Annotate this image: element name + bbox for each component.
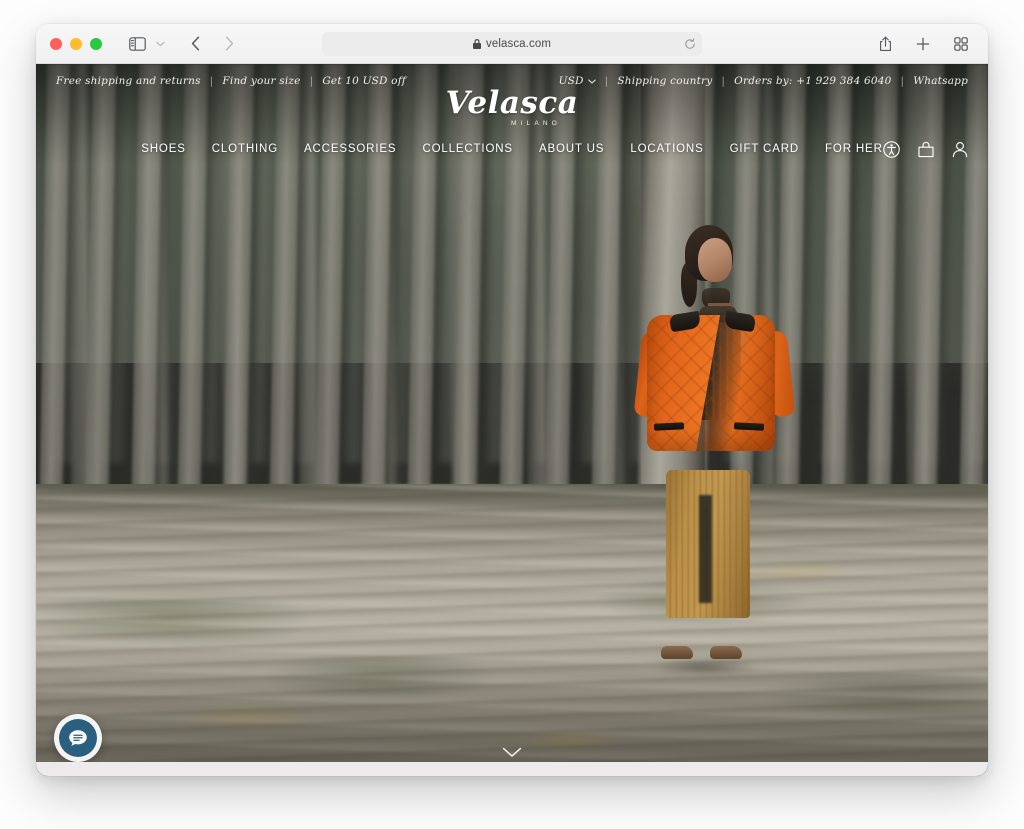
site-header: Free shipping and returns | Find your si… [36,64,988,165]
account-icon[interactable] [952,141,968,158]
maximize-window-button[interactable] [90,37,102,50]
announcement-free-shipping[interactable]: Free shipping and returns [56,75,201,87]
window-controls [50,37,102,50]
announcement-left: Free shipping and returns | Find your si… [56,75,406,87]
plus-icon[interactable] [910,32,936,56]
announcement-right: USD | Shipping country | Orders by: +1 9… [559,75,968,87]
shipping-country-link[interactable]: Shipping country [617,75,712,87]
site-logo[interactable]: Velasca MILANO [36,88,988,129]
lock-icon [472,38,481,49]
reload-icon[interactable] [684,37,696,50]
nav-item-locations[interactable]: LOCATIONS [630,143,703,155]
minimize-window-button[interactable] [70,37,82,50]
model-shoe-left [660,646,693,660]
hero-image [36,64,988,776]
scroll-down-indicator[interactable] [502,747,522,758]
header-actions [883,140,968,158]
hero-model [36,64,988,776]
shopping-bag-icon[interactable] [918,141,934,158]
separator: | [604,75,609,87]
whatsapp-link[interactable]: Whatsapp [913,75,968,87]
nav-item-shoes[interactable]: SHOES [141,143,186,155]
separator: | [721,75,726,87]
desktop-backdrop: velasca.com Free shipping and returns | … [0,0,1024,829]
toolbar-right-actions [872,32,974,56]
model-jacket-pocket-right [733,422,764,431]
browser-window: velasca.com Free shipping and returns | … [36,24,988,776]
sidebar-controls [124,32,168,56]
nav-item-accessories[interactable]: ACCESSORIES [304,143,396,155]
model-jacket-pocket-left [653,422,685,431]
navigation-controls [182,32,242,56]
announcement-find-your-size[interactable]: Find your size [222,75,300,87]
tab-overview-icon[interactable] [948,32,974,56]
model-head [697,238,732,283]
share-icon[interactable] [872,32,898,56]
model-shadow [650,658,761,675]
model-jacket-opening [692,317,743,436]
address-bar[interactable]: velasca.com [322,31,702,56]
url-text: velasca.com [485,37,551,50]
logo-wordmark: Velasca [445,85,579,121]
chevron-down-icon [587,79,596,84]
chat-widget-button[interactable] [54,714,102,762]
nav-item-for-her[interactable]: FOR HER [825,143,883,155]
model-shoe-right [710,646,743,660]
separator: | [309,75,314,87]
page-bottom-strip [36,762,988,776]
accessibility-icon[interactable] [883,140,900,158]
orders-phone-link[interactable]: Orders by: +1 929 384 6040 [734,75,891,87]
close-window-button[interactable] [50,37,62,50]
back-arrow-icon[interactable] [182,32,208,56]
chevron-down-icon[interactable] [152,32,168,56]
browser-toolbar: velasca.com [36,24,988,64]
sidebar-icon[interactable] [124,32,150,56]
chat-bubble-icon [59,719,97,757]
logo-tagline: MILANO [510,120,562,127]
main-navigation: SHOES CLOTHING ACCESSORIES COLLECTIONS A… [36,140,988,158]
nav-item-clothing[interactable]: CLOTHING [212,143,278,155]
nav-item-about-us[interactable]: ABOUT US [539,143,604,155]
announcement-get-10-usd-off[interactable]: Get 10 USD off [322,75,406,87]
forward-arrow-icon[interactable] [216,32,242,56]
page-viewport: Free shipping and returns | Find your si… [36,64,988,776]
separator: | [209,75,214,87]
nav-item-gift-card[interactable]: GIFT CARD [730,143,799,155]
nav-item-collections[interactable]: COLLECTIONS [422,143,513,155]
separator: | [900,75,905,87]
model-leg-gap [698,494,712,603]
